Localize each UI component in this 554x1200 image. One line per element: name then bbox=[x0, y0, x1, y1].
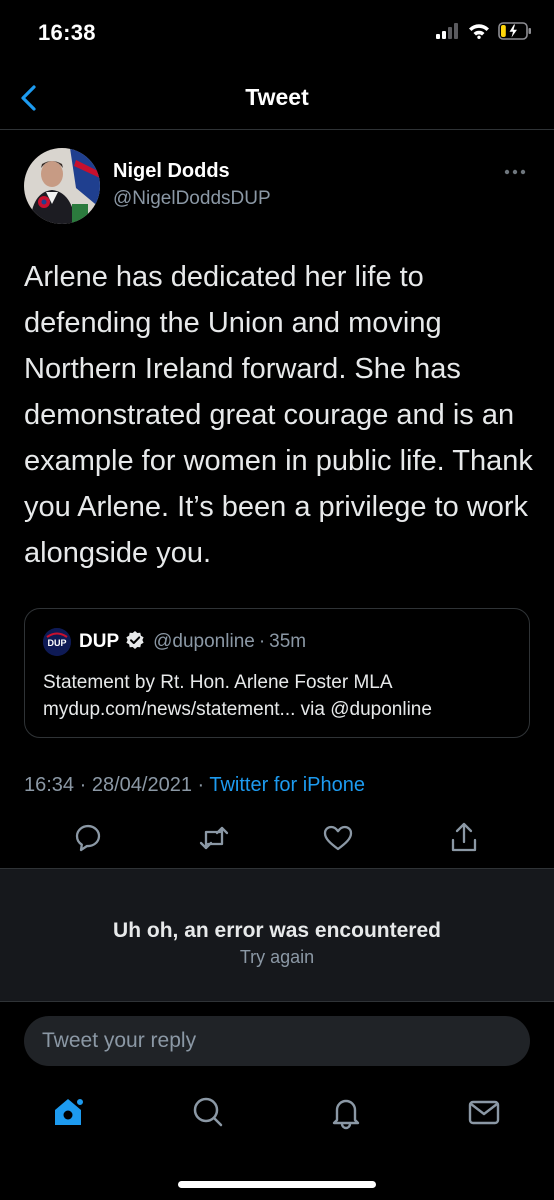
cellular-signal-icon bbox=[436, 23, 458, 39]
quoted-author-name: DUP bbox=[79, 631, 120, 652]
author-name[interactable]: Nigel Dodds bbox=[113, 160, 230, 183]
tweet-action-bar bbox=[0, 820, 554, 856]
reply-icon bbox=[75, 824, 101, 852]
error-panel: Uh oh, an error was encountered Try agai… bbox=[0, 868, 554, 1002]
tab-search[interactable] bbox=[190, 1094, 226, 1130]
try-again-button[interactable]: Try again bbox=[0, 947, 554, 968]
quoted-tweet-header: DUP DUP @duponline · 35m bbox=[43, 628, 307, 656]
page-title: Tweet bbox=[245, 84, 309, 110]
reply-button[interactable] bbox=[70, 820, 106, 856]
quoted-text-line: Statement by Rt. Hon. Arlene Foster MLA bbox=[43, 672, 393, 693]
home-indicator bbox=[178, 1181, 376, 1188]
tab-messages[interactable] bbox=[466, 1094, 502, 1130]
reply-bar bbox=[24, 1016, 530, 1066]
more-options-button[interactable] bbox=[500, 164, 530, 180]
battery-icon bbox=[498, 22, 531, 40]
quoted-author-handle: @duponline bbox=[153, 631, 255, 652]
error-message: Uh oh, an error was encountered bbox=[113, 919, 441, 942]
like-button[interactable] bbox=[320, 820, 356, 856]
tab-home[interactable] bbox=[50, 1094, 86, 1130]
author-handle[interactable]: @NigelDoddsDUP bbox=[113, 188, 271, 210]
bottom-tab-bar bbox=[0, 1080, 554, 1150]
quoted-link-line: mydup.com/news/statement... via @duponli… bbox=[43, 699, 432, 720]
tweet-source-link[interactable]: Twitter for iPhone bbox=[209, 774, 365, 796]
tweet-meta: 16:34 · 28/04/2021 · Twitter for iPhone bbox=[24, 774, 365, 797]
tweet-text: Arlene has dedicated her life to defendi… bbox=[24, 261, 533, 569]
status-time: 16:38 bbox=[38, 20, 96, 45]
share-button[interactable] bbox=[446, 820, 482, 856]
quoted-author-avatar: DUP bbox=[43, 628, 71, 656]
quoted-tweet-card[interactable]: DUP DUP @duponline · 35m Statement by Rt… bbox=[24, 608, 530, 738]
more-icon bbox=[504, 169, 526, 175]
tweet-time: 16:34 bbox=[24, 774, 75, 796]
messages-icon bbox=[468, 1100, 500, 1125]
quoted-avatar-text: DUP bbox=[47, 638, 66, 648]
status-bar: 16:38 bbox=[0, 0, 554, 66]
meta-separator: · bbox=[191, 774, 210, 796]
quoted-tweet-body: Statement by Rt. Hon. Arlene Foster MLA … bbox=[43, 669, 523, 723]
share-icon bbox=[451, 822, 477, 852]
status-icons bbox=[436, 22, 532, 40]
search-icon bbox=[193, 1097, 223, 1127]
meta-separator: · bbox=[74, 774, 92, 796]
notifications-icon bbox=[332, 1099, 360, 1130]
author-avatar[interactable] bbox=[24, 148, 100, 224]
quoted-separator: · bbox=[258, 631, 266, 652]
tweet-date: 28/04/2021 bbox=[91, 774, 192, 796]
tab-notifications[interactable] bbox=[328, 1094, 364, 1130]
quoted-time: 35m bbox=[269, 631, 307, 652]
verified-badge-icon bbox=[125, 630, 145, 655]
like-icon bbox=[323, 825, 353, 851]
reply-input[interactable] bbox=[42, 1016, 512, 1066]
tweet-header: Nigel Dodds @NigelDoddsDUP bbox=[24, 148, 530, 228]
retweet-icon bbox=[199, 826, 229, 850]
retweet-button[interactable] bbox=[196, 820, 232, 856]
home-icon bbox=[55, 1097, 85, 1125]
wifi-icon bbox=[469, 24, 489, 39]
nav-bar: Tweet bbox=[0, 66, 554, 130]
